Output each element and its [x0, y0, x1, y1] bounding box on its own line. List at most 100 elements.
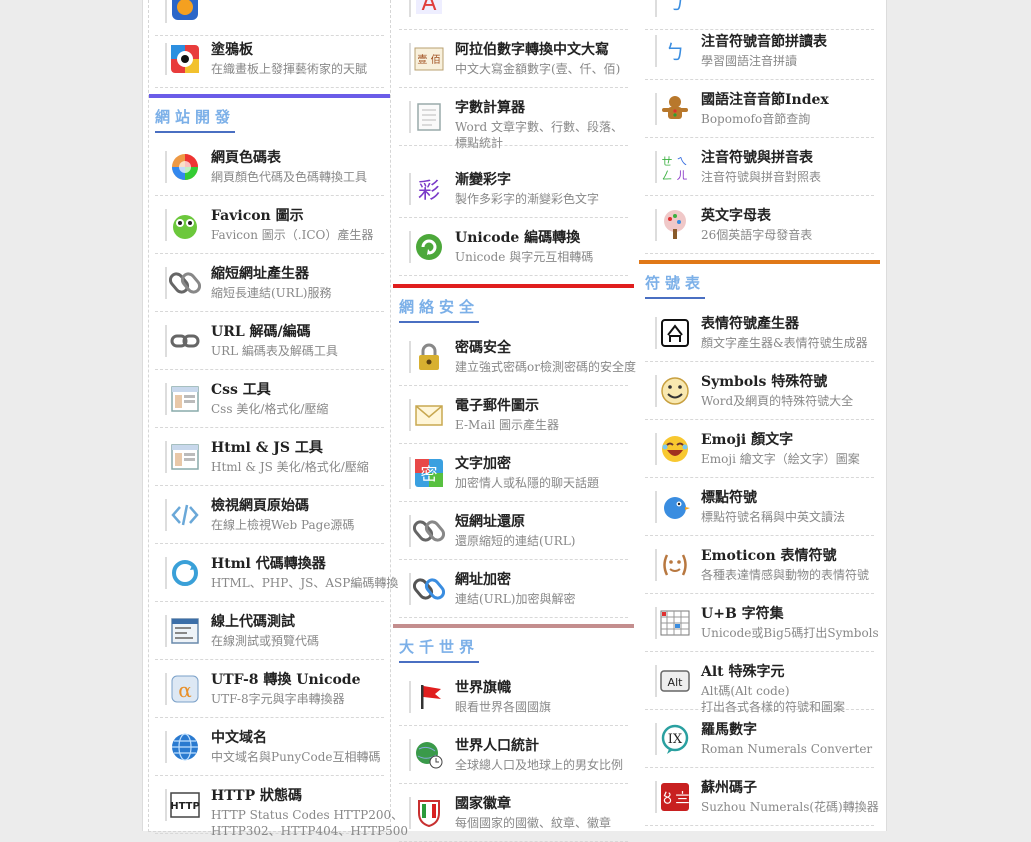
tool-link-bopomofo-index[interactable]: 國語注音音節Index Bopomofo音節查詢	[645, 80, 874, 138]
tool-link-text-encrypt[interactable]: 密 文字加密 加密情人或私隱的聊天話題	[399, 444, 628, 502]
tool-link-url-encode[interactable]: URL 解碼/編碼 URL 編碼表及解碼工具	[155, 312, 384, 370]
column-3: ㄅ注音符號ㄅㄆㄇㄈㄅ注音符號音節拼讀表學習國語注音拼讀國語注音音節IndexBo…	[639, 0, 880, 831]
tool-title: 檢視網頁原始碼	[211, 498, 309, 514]
tool-link-suzhou-numerals[interactable]: 〥〨 蘇州碼子 Suzhou Numerals(花碼)轉換器	[645, 768, 879, 826]
tool-title: Unicode 編碼轉換	[455, 230, 581, 246]
tool-title: Html 代碼轉換器	[211, 556, 326, 572]
column-2: A英文字母大寫與小寫互轉壹 佰 阿拉伯數字轉換中文大寫中文大寫金額數字(壹、仟、佰…	[393, 0, 636, 842]
tool-title: 網址加密	[455, 572, 511, 588]
tool-link-world-flags[interactable]: 世界旗幟 眼看世界各國國旗	[399, 668, 628, 726]
tool-link-word-count[interactable]: 字數計算器 Word 文章字數、行數、段落、 標點統計	[399, 88, 628, 150]
tool-link-english-alphabet[interactable]: 英文字母表 26個英語字母發音表	[645, 196, 874, 254]
tool-description: 中文域名與PunyCode互相轉碼	[211, 750, 381, 764]
section-title: 大千世界	[399, 636, 480, 663]
tool-description: Roman Numerals Converter	[701, 742, 873, 756]
tool-description: Emoji 繪文字（絵文字）圖案	[701, 452, 860, 466]
tool-link-online-code-test[interactable]: 線上代碼測試 在線測試或預覽代碼	[155, 602, 384, 660]
notebook-icon	[409, 101, 445, 133]
tool-link-css-tool[interactable]: Css 工具 Css 美化/格式化/壓縮	[155, 370, 384, 428]
section-bar	[393, 624, 634, 628]
tool-title: 世界旗幟	[455, 680, 511, 696]
globe-clock-icon	[409, 739, 445, 771]
tool-link-short-url-restore[interactable]: 短網址還原 還原縮短的連結(URL)	[399, 502, 628, 560]
tool-title: 國語注音音節Index	[701, 92, 829, 108]
tool-link-world-population[interactable]: 世界人口統計 全球總人口及地球上的男女比例	[399, 726, 628, 784]
tool-title: 線上代碼測試	[211, 614, 295, 630]
tool-link-html-converter[interactable]: Html 代碼轉換器 HTML、PHP、JS、ASP編碼轉換	[155, 544, 398, 602]
tool-title: HTTP 狀態碼	[211, 788, 302, 804]
zhuyin-icon: ㄅ	[655, 0, 691, 17]
tool-title: Html & JS 工具	[211, 440, 323, 456]
bracket-face-icon	[655, 549, 691, 581]
section-title: 符號表	[645, 272, 706, 299]
tool-link-view-source[interactable]: 檢視網頁原始碼在線上檢視Web Page源碼	[155, 486, 384, 544]
tool-link-zhuyin-pinyin[interactable]: ㄝㄟㄥㄦ注音符號與拼音表 注音符號與拼音對照表	[645, 138, 874, 196]
tool-link-emoticon-generator[interactable]: 表情符號產生器 顏文字產生器&表情符號生成器	[645, 304, 874, 362]
mail-icon	[409, 399, 445, 431]
tool-description: 在線上檢視Web Page源碼	[211, 518, 355, 532]
tool-title: 塗鴉板	[211, 42, 253, 58]
tool-link-emoji[interactable]: Emoji 顏文字 Emoji 繪文字（絵文字）圖案	[645, 420, 874, 478]
tool-title: 中文域名	[211, 730, 267, 746]
tool-description: 中文大寫金額數字(壹、仟、佰)	[455, 62, 621, 76]
tool-link-zhuyin-spelling[interactable]: ㄅ注音符號音節拼讀表 學習國語注音拼讀	[645, 22, 874, 80]
tool-link-roman-numerals[interactable]: IX 羅馬數字 Roman Numerals Converter	[645, 710, 874, 768]
tool-description: Word 文章字數、行數、段落、	[455, 120, 623, 134]
tool-link-symbols[interactable]: Symbols 特殊符號 Word及網頁的特殊符號大全	[645, 362, 874, 420]
tool-link-alt-chars[interactable]: Alt Alt 特殊字元 Alt碼(Alt code) 打出各式各樣的符號和圖案	[645, 652, 874, 714]
tool-description: 在織畫板上發揮藝術家的天賦	[211, 62, 368, 76]
tool-link-gradient-text[interactable]: 彩漸變彩字 製作多彩字的漸變彩色文字	[399, 160, 628, 218]
tool-title: 縮短網址產生器	[211, 266, 309, 282]
color-wheel-icon	[165, 151, 201, 183]
section-title: 網站開發	[155, 106, 236, 133]
tool-description-line2: 標點統計	[455, 136, 504, 150]
tool-description: UTF-8字元與字串轉換器	[211, 692, 345, 706]
laugh-icon	[655, 433, 691, 465]
tool-link-password-security[interactable]: 密碼安全 建立強式密碼or檢測密碼的安全度	[399, 328, 636, 386]
tool-link-email-icon-gen[interactable]: 電子郵件圖示 E-Mail 圖示產生器	[399, 386, 628, 444]
tool-description: Alt碼(Alt code)	[701, 684, 790, 698]
tool-title: 密碼安全	[455, 340, 511, 356]
tool-link-graffiti-board[interactable]: 塗鴉板在織畫板上發揮藝術家的天賦	[155, 30, 384, 88]
refresh-green-icon	[409, 231, 445, 263]
globe-icon	[165, 731, 201, 763]
tool-description: Favicon 圖示（.ICO）產生器	[211, 228, 374, 242]
tool-link-arabic-to-chinese[interactable]: 壹 佰 阿拉伯數字轉換中文大寫 中文大寫金額數字(壹、仟、佰)	[399, 30, 628, 88]
kaomoji-icon	[655, 317, 691, 349]
emblem-icon	[409, 797, 445, 829]
tool-title: 網頁色碼表	[211, 150, 281, 166]
tool-link-emoticon[interactable]: Emoticon 表情符號 各種表達情感與動物的表情符號	[645, 536, 874, 594]
tool-link-unicode-convert[interactable]: Unicode 編碼轉換 Unicode 與字元互相轉碼	[399, 218, 628, 276]
tool-description: 縮短長連結(URL)服務	[211, 286, 332, 300]
keyboard-icon	[655, 607, 691, 639]
tool-link-alphabet-case[interactable]: A英文字母大寫與小寫互轉	[399, 0, 628, 30]
gingerbread-icon	[655, 93, 691, 125]
tool-title: 阿拉伯數字轉換中文大寫	[455, 42, 609, 58]
tool-link-utf8-unicode[interactable]: α UTF-8 轉換 Unicode UTF-8字元與字串轉換器	[155, 660, 384, 718]
tool-link-ub-charset[interactable]: U+B 字符集 Unicode或Big5碼打出Symbols	[645, 594, 879, 652]
tool-link-favicon[interactable]: Favicon 圖示 Favicon 圖示（.ICO）產生器	[155, 196, 384, 254]
tool-link-web-color-table[interactable]: 網頁色碼表 網頁顏色代碼及色碼轉換工具	[155, 138, 384, 196]
tool-title: 世界人口統計	[455, 738, 539, 754]
svg-text:ㄝ: ㄝ	[662, 155, 673, 168]
tool-title: Alt 特殊字元	[701, 664, 785, 680]
window-icon	[165, 441, 201, 473]
tool-title: 文字加密	[455, 456, 511, 472]
paint-eye-icon	[165, 43, 201, 75]
http-icon: HTTP	[165, 789, 201, 821]
svg-text:Alt: Alt	[668, 676, 684, 689]
tool-link-html-js-tool[interactable]: Html & JS 工具 Html & JS 美化/格式化/壓縮	[155, 428, 384, 486]
tool-link-chinese-domain[interactable]: 中文域名中文域名與PunyCode互相轉碼	[155, 718, 384, 776]
tool-description: Suzhou Numerals(花碼)轉換器	[701, 800, 879, 814]
tool-title: 標點符號	[701, 490, 757, 506]
tool-link-national-emblems[interactable]: 國家徽章 每個國家的國徽、紋章、徽章	[399, 784, 628, 842]
tool-link-url-encrypt[interactable]: 網址加密 連結(URL)加密與解密	[399, 560, 628, 618]
flag-icon	[409, 681, 445, 713]
tool-link-punctuation[interactable]: 標點符號 標點符號名稱與中英文讀法	[645, 478, 874, 536]
ix-icon: IX	[655, 723, 691, 755]
tool-link-short-url[interactable]: 縮短網址產生器縮短長連結(URL)服務	[155, 254, 384, 312]
tool-title: 注音符號與拼音表	[701, 150, 813, 166]
tool-link-http-status[interactable]: HTTP HTTP 狀態碼 HTTP Status Codes HTTP200、 HT…	[155, 776, 408, 838]
tool-title: 字數計算器	[455, 100, 525, 116]
tool-description-line2: HTTP302、HTTP404、HTTP500	[211, 824, 409, 838]
